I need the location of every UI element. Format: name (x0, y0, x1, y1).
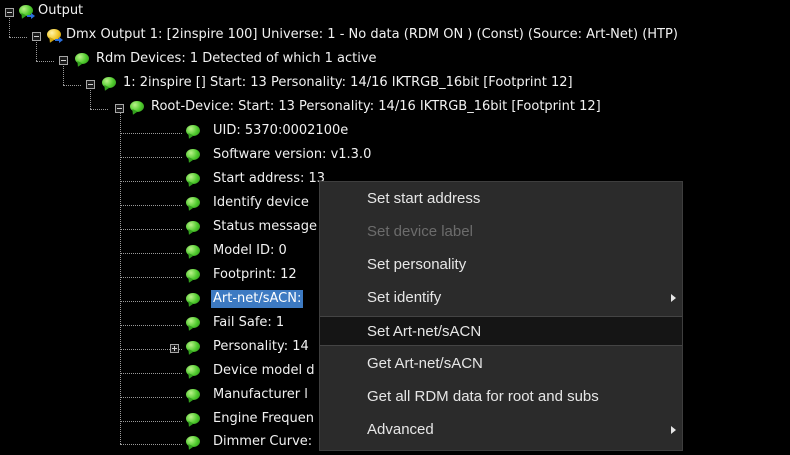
tree-connector (90, 109, 108, 110)
menu-item-label: Set start address (367, 190, 481, 207)
tree-label-dmx-output: Dmx Output 1: [2inspire 100] Universe: 1… (66, 27, 678, 42)
menu-item-advanced[interactable]: Advanced (320, 415, 682, 445)
tree-leaf-label: Personality: 14 (213, 339, 309, 354)
tree-leaf-label: Model ID: 0 (213, 243, 287, 258)
tree-leaf-label: Fail Safe: 1 (213, 315, 285, 330)
rdm-bubble-icon (186, 317, 200, 328)
tree-connector (120, 133, 182, 134)
tree-connector (63, 85, 81, 86)
tree-connector (120, 229, 182, 230)
menu-item-label: Set device label (367, 223, 473, 240)
rdm-bubble-icon (75, 53, 89, 64)
menu-item-set-personality[interactable]: Set personality (320, 250, 682, 280)
rdm-bubble-icon (102, 77, 116, 88)
tree-leaf-label: Dimmer Curve: (213, 434, 313, 449)
rdm-bubble-icon (130, 101, 144, 112)
tree-connector (120, 301, 182, 302)
rdm-bubble-icon (186, 293, 200, 304)
tree-leaf-label: Software version: v1.3.0 (213, 147, 372, 162)
expand-icon[interactable] (170, 344, 179, 353)
rdm-bubble-icon (186, 173, 200, 184)
rdm-bubble-icon (186, 389, 200, 400)
tree-connector (9, 37, 27, 38)
submenu-arrow-icon (671, 426, 676, 434)
output-arrow-icon (27, 13, 35, 19)
rdm-bubble-icon (186, 365, 200, 376)
collapse-icon[interactable] (59, 56, 68, 65)
menu-item-get-all-rdm-data[interactable]: Get all RDM data for root and subs (320, 382, 682, 412)
tree-label-root-device: Root-Device: Start: 13 Personality: 14/1… (151, 99, 601, 114)
tree-leaf-label: UID: 5370:0002100e (213, 123, 349, 138)
tree-connector (120, 373, 182, 374)
tree-connector (120, 205, 182, 206)
menu-item-label: Get Art-net/sACN (367, 355, 483, 372)
collapse-icon[interactable] (115, 104, 124, 113)
tree-connector (36, 61, 54, 62)
output-arrow-icon (55, 37, 63, 43)
tree-connector (120, 397, 182, 398)
tree-connector (120, 112, 121, 444)
menu-item-label: Set identify (367, 289, 442, 306)
rdm-bubble-icon (186, 125, 200, 136)
tree-label-output: Output (38, 3, 84, 18)
tree-label-rdm-devices: Rdm Devices: 1 Detected of which 1 activ… (96, 51, 377, 66)
tree-connector (120, 444, 182, 445)
rdm-bubble-icon (186, 413, 200, 424)
menu-item-set-start-address[interactable]: Set start address (320, 184, 682, 214)
tree-connector (120, 277, 182, 278)
tree-leaf-label: Start address: 13 (213, 171, 326, 186)
rdm-bubble-icon (186, 269, 200, 280)
menu-item-label: Get all RDM data for root and subs (367, 388, 599, 405)
tree-connector (120, 421, 182, 422)
menu-item-set-artnet-sacn[interactable]: Set Art-net/sACN (320, 316, 682, 346)
rdm-bubble-icon (186, 341, 200, 352)
tree-leaf-label: Device model d (213, 363, 315, 378)
tree-leaf-label: Manufacturer l (213, 387, 308, 402)
tree-connector (120, 325, 182, 326)
rdm-bubble-icon (186, 197, 200, 208)
tree-connector (120, 181, 182, 182)
submenu-arrow-icon (671, 294, 676, 302)
tree-connector (120, 157, 182, 158)
tree-leaf-label: Footprint: 12 (213, 267, 297, 282)
collapse-icon[interactable] (86, 80, 95, 89)
rdm-bubble-icon (186, 149, 200, 160)
tree-leaf-label: Status message (213, 219, 317, 234)
menu-item-label: Set personality (367, 256, 467, 273)
tree-leaf-label: Identify device (213, 195, 309, 210)
rdm-bubble-icon (186, 245, 200, 256)
collapse-icon[interactable] (32, 32, 41, 41)
menu-item-set-identify[interactable]: Set identify (320, 283, 682, 313)
menu-item-label: Set Art-net/sACN (367, 323, 482, 340)
menu-item-label: Advanced (367, 421, 434, 438)
rdm-bubble-icon (186, 436, 200, 447)
collapse-icon[interactable] (5, 8, 14, 17)
tree-leaf-label-selected: Art-net/sACN: (211, 290, 304, 308)
tree-connector (120, 253, 182, 254)
menu-item-set-device-label: Set device label (320, 217, 682, 247)
menu-item-get-artnet-sacn[interactable]: Get Art-net/sACN (320, 349, 682, 379)
rdm-bubble-icon (186, 221, 200, 232)
tree-label-device: 1: 2inspire [] Start: 13 Personality: 14… (123, 75, 573, 90)
context-menu: Set start address Set device label Set p… (319, 181, 683, 451)
tree-leaf-label: Engine Frequen (213, 411, 315, 426)
